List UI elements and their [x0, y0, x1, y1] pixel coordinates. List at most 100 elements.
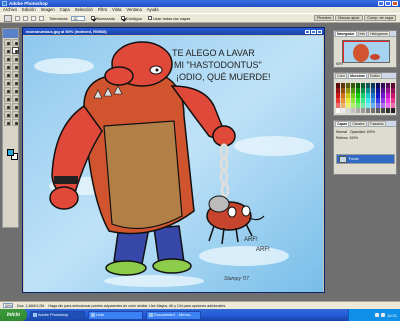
color-swatch[interactable] — [340, 103, 346, 108]
color-swatch[interactable] — [350, 108, 356, 113]
tab-paths[interactable]: Trazados — [367, 121, 386, 126]
subtract-selection-button[interactable] — [31, 15, 36, 21]
doc-close-button[interactable] — [317, 29, 322, 34]
color-swatch[interactable] — [365, 83, 371, 88]
navigator-thumbnail[interactable] — [342, 40, 390, 63]
color-swatch[interactable] — [340, 93, 346, 98]
color-swatch[interactable] — [385, 103, 391, 108]
layer-row[interactable]: Fondo — [336, 154, 395, 164]
blur-tool-icon[interactable] — [4, 87, 11, 94]
palette-well-tab-presets[interactable]: Marcar ajust. — [335, 15, 364, 21]
color-swatch[interactable] — [375, 88, 381, 93]
zoom-field[interactable]: 50% — [3, 303, 13, 308]
contiguous-checkbox[interactable]: Contiguo — [121, 16, 142, 21]
type-tool-icon[interactable] — [12, 95, 19, 102]
color-swatch[interactable] — [385, 93, 391, 98]
color-swatch[interactable] — [390, 88, 395, 93]
color-swatch[interactable] — [345, 88, 351, 93]
color-swatch[interactable] — [350, 98, 356, 103]
color-swatch[interactable] — [340, 83, 346, 88]
minimize-button[interactable] — [378, 1, 384, 6]
color-swatch[interactable] — [390, 103, 395, 108]
healing-brush-tool-icon[interactable] — [4, 63, 11, 70]
tab-color[interactable]: Color — [335, 73, 348, 78]
color-swatch[interactable] — [355, 83, 361, 88]
doc-minimize-button[interactable] — [305, 29, 310, 34]
color-swatch[interactable] — [350, 103, 356, 108]
eraser-tool-icon[interactable] — [4, 79, 11, 86]
palette-well-tab-brushes[interactable]: Pinceles — [313, 15, 335, 21]
intersect-selection-button[interactable] — [39, 15, 44, 21]
dodge-tool-icon[interactable] — [12, 87, 19, 94]
color-swatch[interactable] — [365, 98, 371, 103]
color-swatch[interactable] — [345, 83, 351, 88]
history-brush-tool-icon[interactable] — [12, 71, 19, 78]
opacity-field[interactable]: Opacidad: 100% — [350, 130, 375, 134]
color-swatch[interactable] — [345, 103, 351, 108]
color-swatch[interactable] — [350, 83, 356, 88]
eyedropper-tool-icon[interactable] — [12, 111, 19, 118]
color-swatch[interactable] — [365, 103, 371, 108]
color-swatch[interactable] — [390, 98, 395, 103]
gradient-tool-icon[interactable] — [12, 79, 19, 86]
notes-tool-icon[interactable] — [4, 111, 11, 118]
move-tool-icon[interactable] — [12, 39, 19, 46]
color-swatch[interactable] — [360, 108, 366, 113]
color-swatch[interactable] — [370, 93, 376, 98]
magic-wand-tool-icon[interactable] — [12, 47, 19, 54]
tab-navigator[interactable]: Navegador — [335, 31, 357, 36]
tab-layers[interactable]: Capas — [335, 121, 350, 126]
document-canvas[interactable]: TE ALEGO A LAVAR A MI "HASTODONTUS" ¡ODI… — [24, 36, 323, 292]
color-swatch[interactable] — [345, 93, 351, 98]
color-swatch[interactable] — [380, 103, 386, 108]
path-selection-tool-icon[interactable] — [4, 95, 11, 102]
network-icon[interactable] — [374, 313, 379, 317]
color-swatch[interactable] — [380, 83, 386, 88]
brush-tool-icon[interactable] — [12, 63, 19, 70]
hand-tool-icon[interactable] — [4, 119, 11, 126]
color-swatch[interactable] — [385, 108, 391, 113]
color-swatch[interactable] — [336, 98, 341, 103]
color-swatch[interactable] — [370, 98, 376, 103]
close-button[interactable] — [392, 1, 398, 6]
color-swatch[interactable] — [370, 83, 376, 88]
color-swatch[interactable] — [360, 93, 366, 98]
color-swatch[interactable] — [360, 88, 366, 93]
color-swatch[interactable] — [336, 88, 341, 93]
shape-tool-icon[interactable] — [12, 103, 19, 110]
color-swatch[interactable] — [340, 108, 346, 113]
color-swatch[interactable] — [360, 103, 366, 108]
doc-maximize-button[interactable] — [311, 29, 316, 34]
color-swatch[interactable] — [355, 88, 361, 93]
color-swatch[interactable] — [336, 108, 341, 113]
foreground-color-swatch[interactable] — [7, 149, 14, 156]
color-swatch[interactable] — [355, 98, 361, 103]
color-swatch[interactable] — [345, 98, 351, 103]
fill-field[interactable]: Relleno: 100% — [336, 136, 358, 140]
color-swatch[interactable] — [375, 98, 381, 103]
volume-icon[interactable] — [380, 313, 385, 317]
magic-wand-tool-preset-icon[interactable] — [4, 14, 12, 22]
color-swatch[interactable] — [390, 93, 395, 98]
color-swatch[interactable] — [355, 108, 361, 113]
lasso-tool-icon[interactable] — [4, 47, 11, 54]
tab-info[interactable]: Info — [357, 31, 368, 36]
blend-mode-select[interactable]: Normal — [336, 130, 347, 134]
color-swatch[interactable] — [390, 108, 395, 113]
color-swatch[interactable] — [385, 83, 391, 88]
crop-tool-icon[interactable] — [4, 55, 11, 62]
task-listo[interactable]: Listo — [88, 310, 143, 320]
color-swatch[interactable] — [385, 98, 391, 103]
tab-channels[interactable]: Canales — [350, 121, 367, 126]
color-swatch[interactable] — [380, 88, 386, 93]
color-swatch[interactable] — [375, 108, 381, 113]
color-swatch[interactable] — [375, 93, 381, 98]
antialias-checkbox[interactable]: Suavizado — [91, 16, 115, 21]
color-swatch[interactable] — [380, 108, 386, 113]
tab-swatches[interactable]: Muestras — [348, 73, 367, 78]
doc-info[interactable]: Doc: 1,46M/1,0M — [17, 304, 44, 308]
task-photoshop[interactable]: Adobe Photoshop — [30, 310, 85, 320]
color-swatch[interactable] — [350, 88, 356, 93]
maximize-button[interactable] — [385, 1, 391, 6]
tab-styles[interactable]: Estilos — [368, 73, 382, 78]
